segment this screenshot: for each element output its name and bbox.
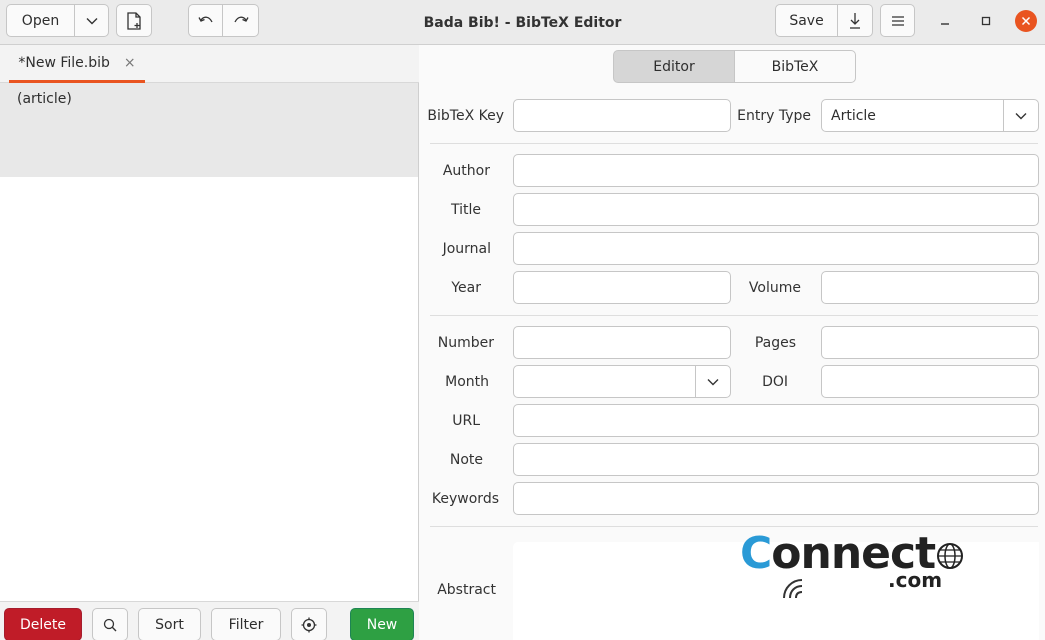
download-icon [850, 12, 860, 29]
bibtex-key-label: BibTeX Key [427, 107, 504, 124]
keywords-input[interactable] [513, 482, 1039, 515]
url-input[interactable] [513, 404, 1039, 437]
sort-button-label: Sort [155, 616, 184, 633]
chevron-down-icon [707, 378, 719, 385]
filter-button[interactable]: Filter [211, 608, 281, 640]
url-label: URL [452, 412, 480, 429]
sort-button[interactable]: Sort [138, 608, 201, 640]
redo-icon [233, 16, 249, 22]
chevron-down-icon [86, 17, 97, 24]
hamburger-menu-icon [891, 15, 904, 26]
minimize-button[interactable] [934, 10, 956, 32]
entry-type-arrow [1003, 100, 1038, 131]
save-button-label: Save [789, 12, 824, 29]
entry-list-pane: *New File.bib × (article) Delete Sort Fi… [0, 45, 419, 640]
close-window-button[interactable] [1015, 10, 1037, 32]
list-item[interactable]: (article) [0, 83, 418, 177]
divider [430, 315, 1038, 316]
year-label: Year [451, 279, 481, 296]
search-icon [103, 618, 117, 631]
minimize-icon [941, 23, 949, 25]
entry-type-label: Entry Type [737, 107, 811, 124]
volume-label: Volume [748, 279, 801, 296]
journal-label: Journal [442, 240, 491, 257]
note-label: Note [449, 451, 483, 468]
file-tab-label: *New File.bib [18, 54, 110, 71]
main-menu-button[interactable] [880, 4, 915, 37]
redo-button[interactable] [223, 4, 259, 37]
keywords-label: Keywords [431, 490, 499, 507]
entry-type-value: Article [831, 107, 876, 124]
new-document-icon [127, 11, 141, 30]
locate-entry-button[interactable] [291, 608, 327, 640]
maximize-button[interactable] [975, 10, 997, 32]
divider [430, 143, 1038, 144]
close-tab-icon[interactable]: × [124, 55, 136, 71]
number-input[interactable] [513, 326, 731, 359]
author-input[interactable] [513, 154, 1039, 187]
abstract-label: Abstract [437, 581, 496, 598]
entry-editor-pane: Editor BibTeX BibTeX Key Entry Type Arti… [420, 45, 1045, 640]
entry-actions-bar: Delete Sort Filter New [0, 601, 419, 640]
file-tab-strip: *New File.bib × [0, 45, 419, 83]
search-button[interactable] [92, 608, 128, 640]
bibtex-key-input[interactable] [513, 99, 731, 132]
tab-bibtex-label: BibTeX [771, 58, 819, 75]
abstract-textarea[interactable] [513, 542, 1039, 640]
filter-button-label: Filter [228, 616, 264, 633]
author-label: Author [442, 162, 490, 179]
divider [430, 526, 1038, 527]
pages-input[interactable] [821, 326, 1039, 359]
month-dropdown[interactable] [513, 365, 731, 398]
year-input[interactable] [513, 271, 731, 304]
title-label: Title [450, 201, 481, 218]
title-input[interactable] [513, 193, 1039, 226]
close-icon [1021, 16, 1031, 26]
tab-editor[interactable]: Editor [613, 50, 735, 83]
save-as-button[interactable] [838, 4, 873, 37]
pages-label: Pages [754, 334, 796, 351]
month-label: Month [445, 373, 489, 390]
new-entry-button[interactable]: New [350, 608, 414, 640]
save-button[interactable]: Save [775, 4, 838, 37]
header-bar: Open Bada Bib! - BibTeX Editor Save [0, 0, 1045, 45]
maximize-icon [981, 16, 991, 26]
target-icon [301, 617, 317, 632]
entry-type-dropdown[interactable]: Article [821, 99, 1039, 132]
open-button-label: Open [21, 12, 60, 29]
entry-label: (article) [17, 91, 72, 107]
delete-button[interactable]: Delete [4, 608, 82, 640]
tab-editor-label: Editor [653, 58, 695, 75]
tab-bibtex[interactable]: BibTeX [734, 50, 856, 83]
open-button[interactable]: Open [6, 4, 75, 37]
number-label: Number [437, 334, 494, 351]
month-arrow [695, 366, 730, 397]
chevron-down-icon [1015, 112, 1027, 119]
new-document-button[interactable] [116, 4, 152, 37]
journal-input[interactable] [513, 232, 1039, 265]
doi-input[interactable] [821, 365, 1039, 398]
doi-label: DOI [762, 373, 788, 390]
volume-input[interactable] [821, 271, 1039, 304]
delete-button-label: Delete [20, 616, 66, 633]
new-entry-button-label: New [366, 616, 398, 633]
undo-button[interactable] [188, 4, 223, 37]
open-recent-dropdown-button[interactable] [75, 4, 109, 37]
note-input[interactable] [513, 443, 1039, 476]
undo-icon [197, 16, 213, 22]
file-tab[interactable]: *New File.bib × [9, 45, 145, 83]
